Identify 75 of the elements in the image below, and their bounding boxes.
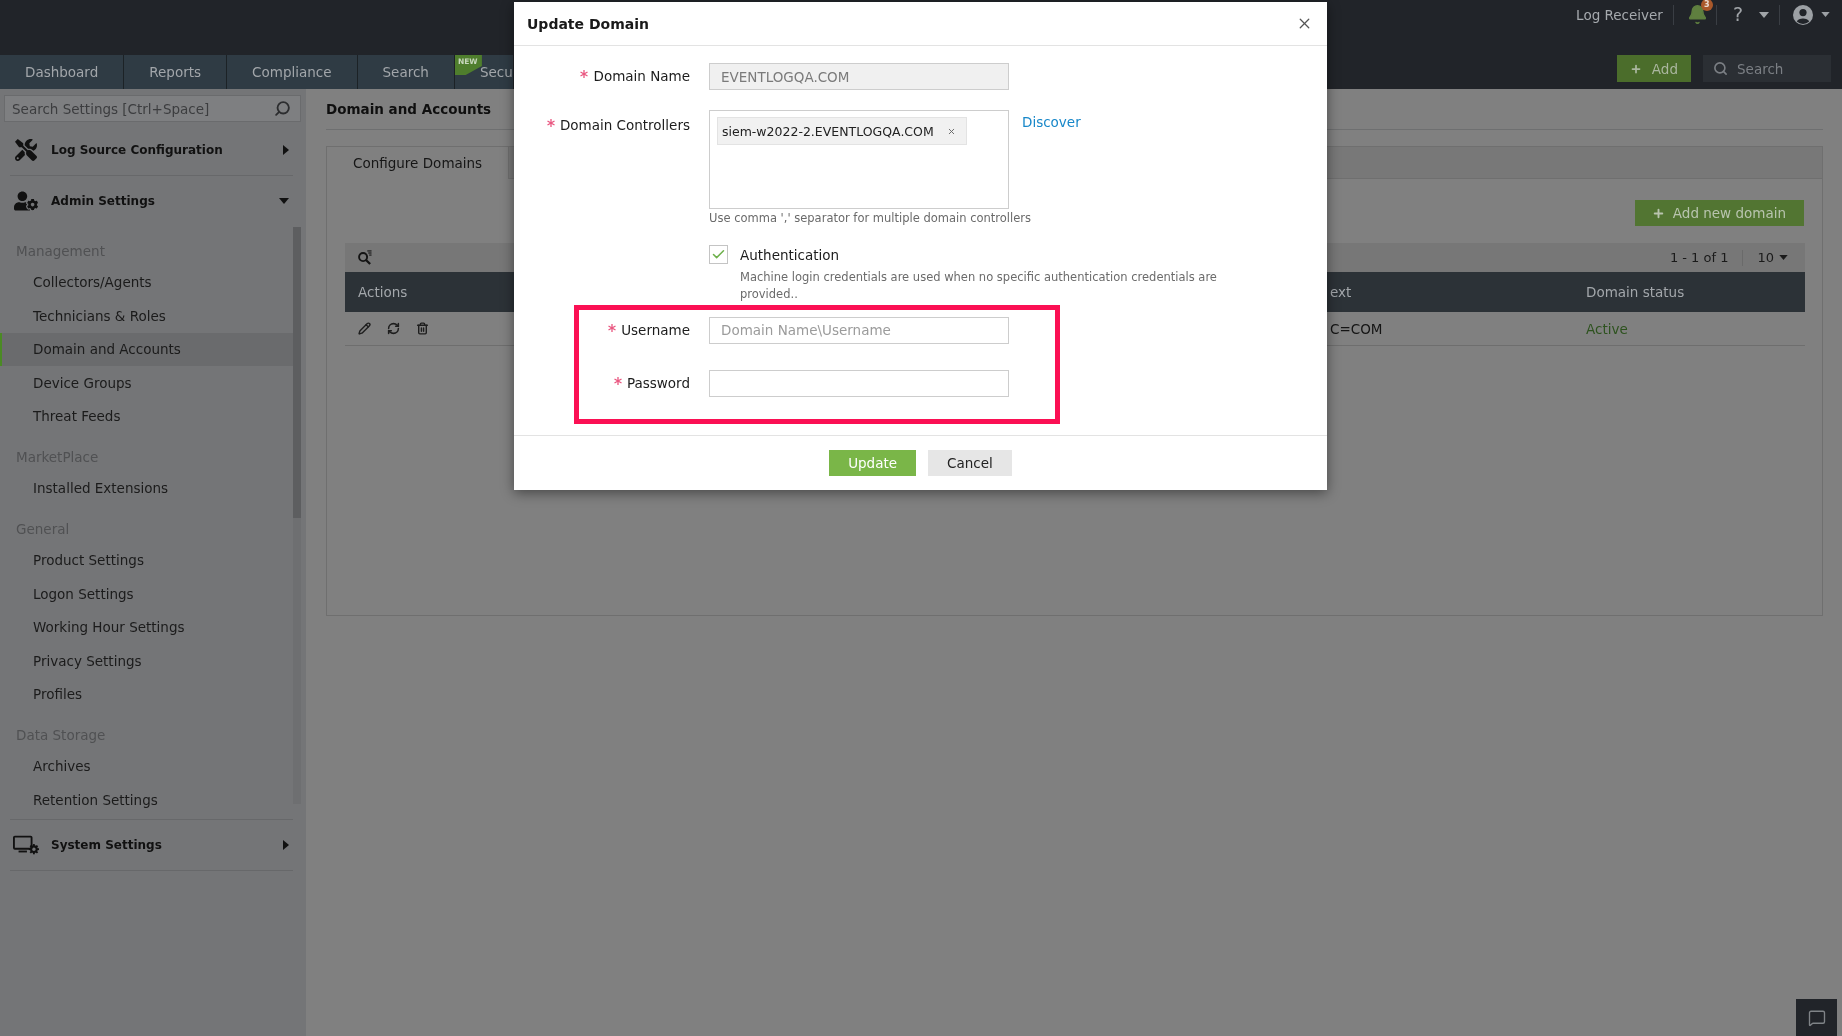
cancel-button[interactable]: Cancel xyxy=(928,449,1012,476)
notification-badge: 3 xyxy=(1700,0,1713,11)
nav-tab[interactable]: Dashboard xyxy=(0,55,125,89)
user-gear-icon xyxy=(14,189,38,213)
password-field[interactable] xyxy=(709,369,1009,397)
monitor-gear-icon xyxy=(13,834,39,855)
column-header: Domain status xyxy=(1586,284,1685,300)
field-label: Domain Name xyxy=(593,68,690,85)
pencil-icon xyxy=(358,322,371,335)
trash-icon xyxy=(416,322,429,335)
text-field[interactable]: Domain Name\Username xyxy=(709,316,1009,344)
refresh-button[interactable] xyxy=(387,322,400,335)
link[interactable]: Discover xyxy=(1022,114,1081,130)
page-title: Domain and Accounts xyxy=(326,101,492,117)
caret-down-icon xyxy=(1779,255,1788,260)
plus-icon xyxy=(1651,206,1665,220)
chat-icon xyxy=(1807,1008,1826,1027)
sidebar-section[interactable]: Admin Settings xyxy=(10,176,293,226)
table-cell: Active xyxy=(1586,320,1628,337)
field-label: Password xyxy=(626,374,690,392)
column-header: ext xyxy=(1330,284,1352,300)
tag-chip[interactable]: siem-w2022-2.EVENTLOGQA.COM xyxy=(717,117,967,145)
search-field[interactable]: Search Settings [Ctrl+Space] xyxy=(4,95,301,122)
nav-tab[interactable]: Compliance xyxy=(227,55,358,89)
sidebar-item[interactable]: Device Groups xyxy=(0,366,293,400)
sidebar-item[interactable]: Installed Extensions xyxy=(0,471,293,505)
delete-button[interactable] xyxy=(416,322,429,335)
caret-down-icon xyxy=(1821,12,1830,17)
sidebar-item[interactable]: Threat Feeds xyxy=(0,399,293,433)
sidebar-item[interactable]: Archives xyxy=(0,749,293,783)
tools-icon xyxy=(15,139,37,161)
user-menu-button[interactable] xyxy=(1793,4,1830,25)
plus-icon xyxy=(1629,62,1642,75)
checkbox-label: Authentication xyxy=(740,247,840,264)
sidebar-section[interactable]: Log Source Configuration xyxy=(10,125,293,175)
description-text: Machine login credentials are used when no specific authentication credentials are provided.. xyxy=(740,269,1218,303)
pagination-range: 1 - 1 of 1 xyxy=(1669,250,1729,265)
search-field[interactable]: Search xyxy=(1703,55,1831,82)
sidebar-item[interactable]: Domain and Accounts xyxy=(0,332,293,366)
caret-down-icon xyxy=(1759,11,1769,18)
remove-icon xyxy=(946,126,956,136)
add-button[interactable]: Add new domain xyxy=(1634,200,1804,226)
header-link[interactable]: Log Receiver xyxy=(1576,6,1663,23)
field-label: Domain Controllers xyxy=(559,117,690,134)
search-input[interactable]: Search xyxy=(1737,60,1831,77)
sidebar-item[interactable]: Technicians & Roles xyxy=(0,299,293,333)
sidebar-item[interactable]: Privacy Settings xyxy=(0,644,293,678)
sidebar-item[interactable]: Profiles xyxy=(0,677,293,711)
search-icon xyxy=(1713,61,1728,76)
sidebar-item[interactable]: Collectors/Agents xyxy=(0,265,293,299)
sidebar-item[interactable]: Retention Settings xyxy=(0,783,293,817)
search-filter-icon[interactable] xyxy=(357,250,372,265)
sidebar-item[interactable]: Working Hour Settings xyxy=(0,610,293,644)
column-header: Actions xyxy=(358,284,408,300)
nav-tab[interactable]: Reports xyxy=(124,55,228,89)
hint-text: Use comma ',' separator for multiple domain controllers xyxy=(709,211,1032,226)
sidebar-section[interactable]: System Settings xyxy=(10,819,293,870)
dialog-title: Update Domain xyxy=(527,15,649,32)
field-label: Username xyxy=(621,321,690,339)
help-menu-button[interactable]: ? xyxy=(1732,5,1769,24)
edit-button[interactable] xyxy=(358,322,371,335)
user-avatar-icon xyxy=(1793,4,1813,25)
search-icon xyxy=(274,100,291,117)
chat-button[interactable] xyxy=(1796,999,1837,1036)
checkbox[interactable] xyxy=(709,245,728,264)
sidebar-item[interactable]: Logon Settings xyxy=(0,577,293,611)
submit-button[interactable]: Update xyxy=(829,449,917,476)
table-cell: C=COM xyxy=(1330,320,1383,337)
nav-tab[interactable]: Search xyxy=(357,55,455,89)
tags-field[interactable]: siem-w2022-2.EVENTLOGQA.COM xyxy=(709,110,1009,209)
refresh-icon xyxy=(387,322,400,335)
add-button[interactable]: Add xyxy=(1616,55,1691,82)
sidebar-item[interactable]: Product Settings xyxy=(0,543,293,577)
page-size-dropdown[interactable]: 10 xyxy=(1757,250,1788,265)
tab[interactable]: Configure Domains xyxy=(327,147,510,179)
